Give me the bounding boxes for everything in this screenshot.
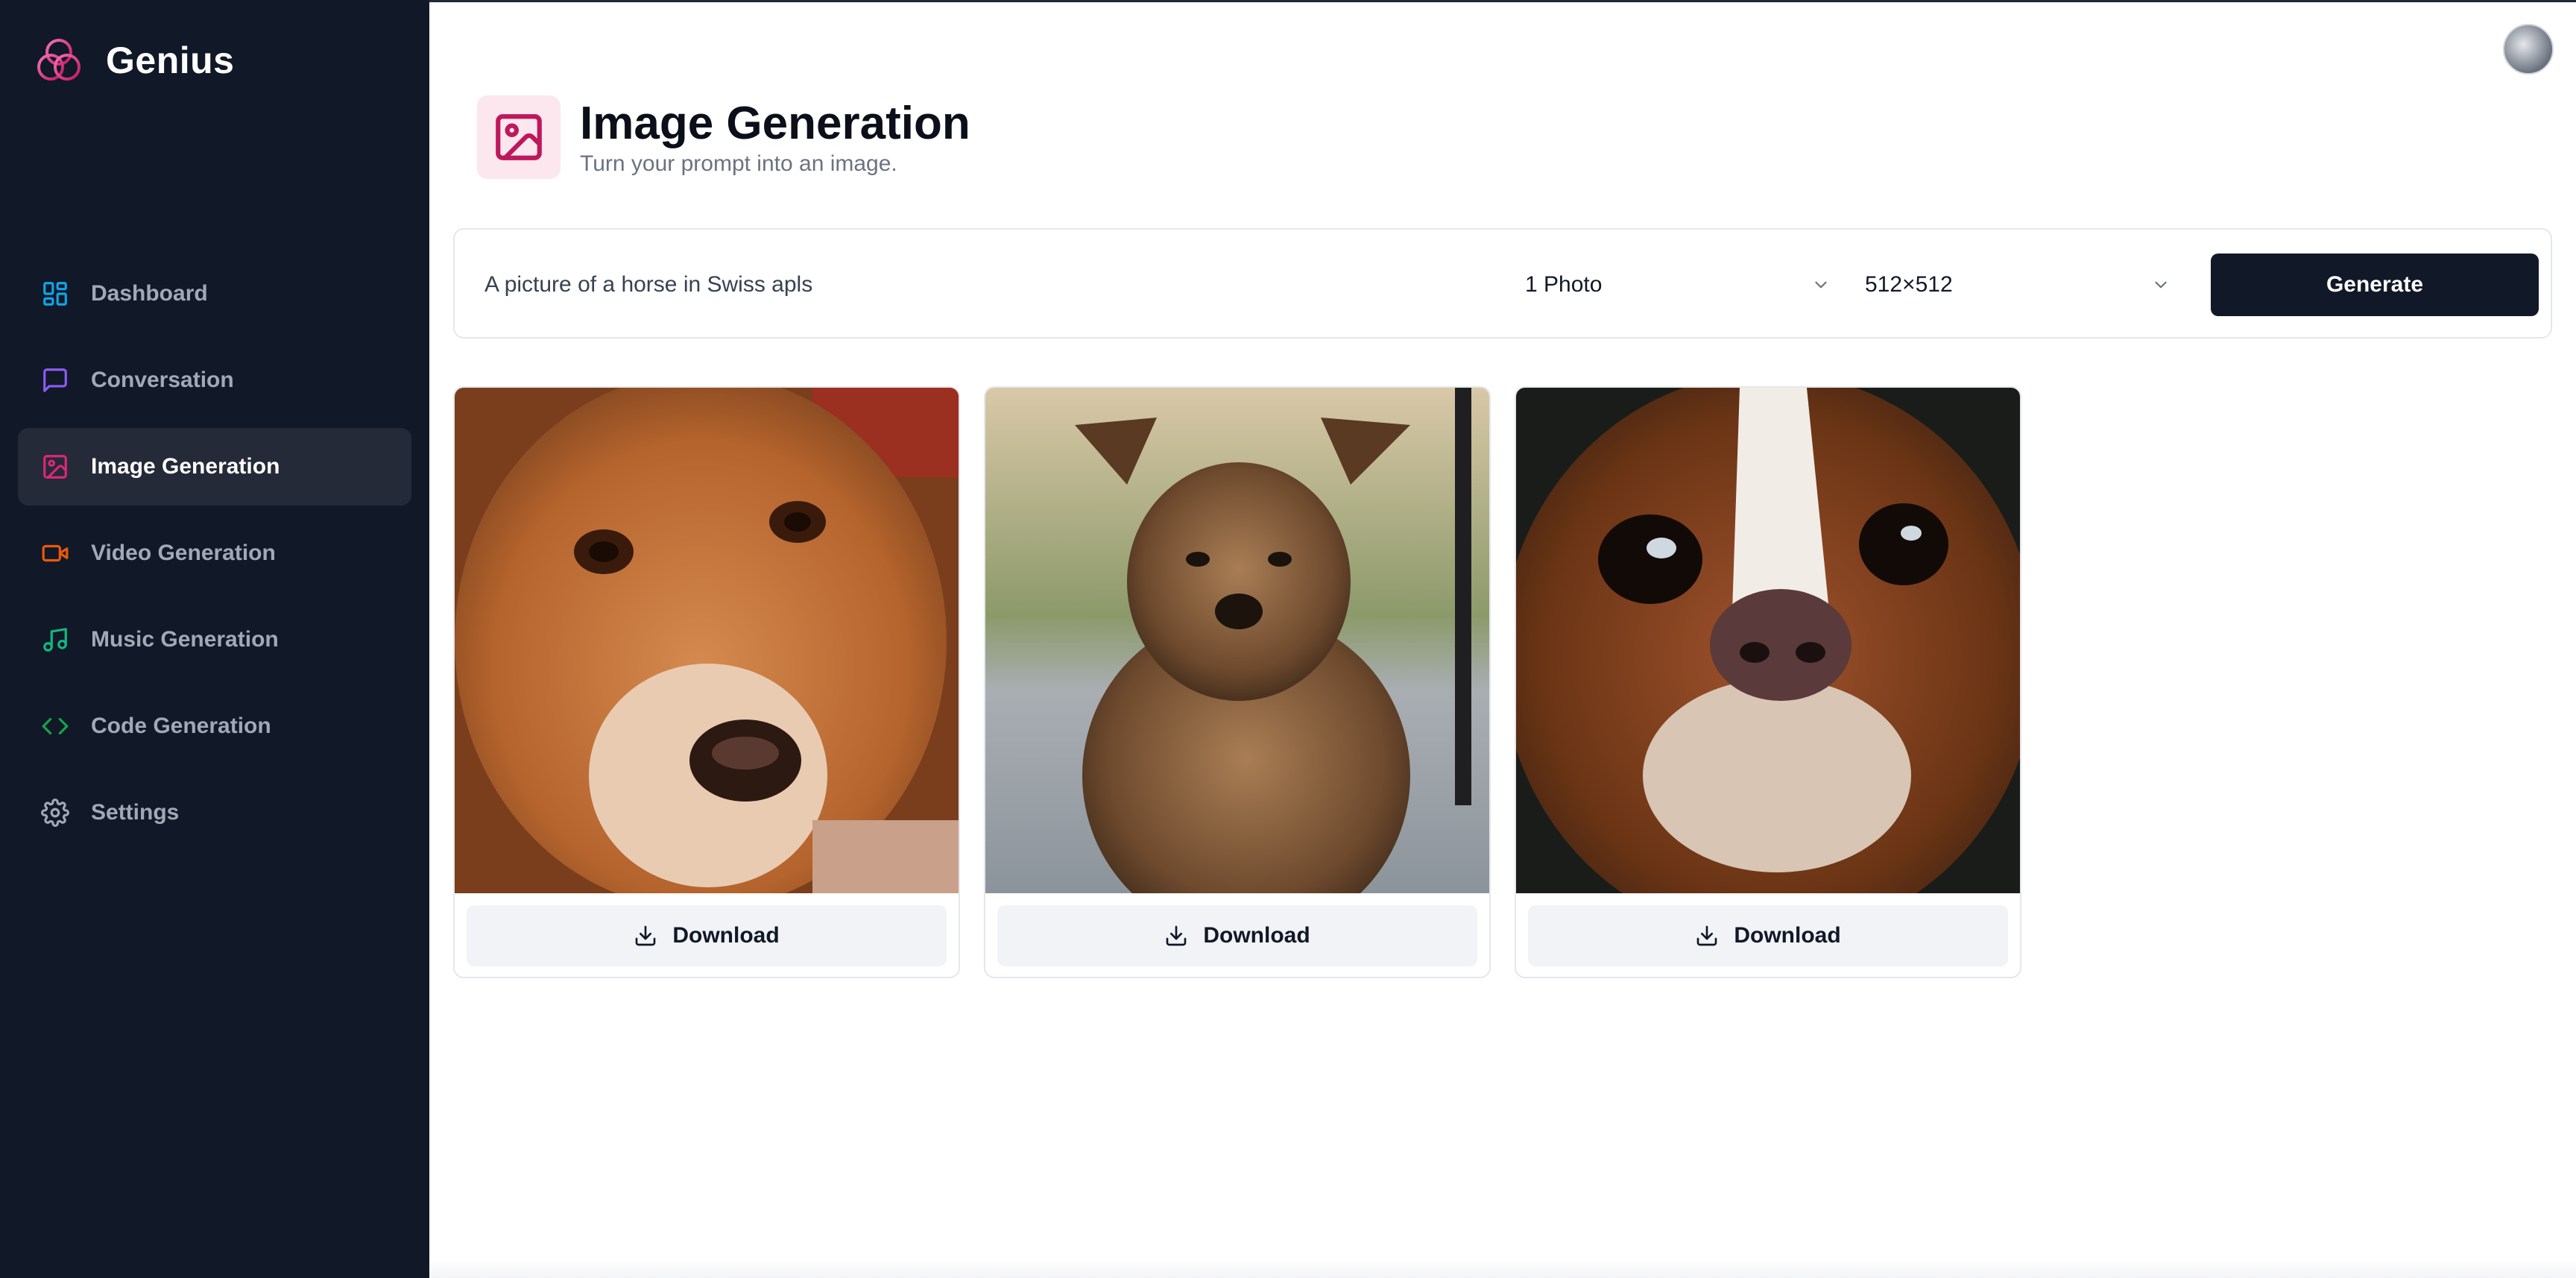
layout-dashboard-icon (40, 279, 70, 309)
download-icon (635, 925, 656, 946)
page-subtitle: Turn your prompt into an image. (580, 151, 897, 176)
heading-text: Image Generation Turn your prompt into a… (580, 98, 970, 177)
user-avatar[interactable] (2503, 24, 2554, 75)
sidebar-item-label: Dashboard (91, 281, 208, 306)
sidebar-item-music-generation[interactable]: Music Generation (18, 601, 411, 679)
sidebar-item-label: Music Generation (91, 627, 279, 652)
page-title: Image Generation (580, 98, 970, 149)
brand-logo-link[interactable]: Genius (33, 34, 234, 86)
video-icon (40, 538, 70, 568)
sidebar-item-conversation[interactable]: Conversation (18, 341, 411, 419)
sidebar: Genius Dashboard Conversation Image Gene… (0, 0, 429, 1278)
sidebar-item-settings[interactable]: Settings (18, 774, 411, 852)
sidebar-item-label: Settings (91, 800, 180, 825)
settings-icon (40, 798, 70, 828)
sidebar-nav: Dashboard Conversation Image Generation … (18, 255, 411, 860)
image-icon (477, 95, 561, 179)
resolution-select-value: 512×512 (1865, 272, 1953, 297)
download-label: Download (672, 923, 780, 948)
sidebar-item-label: Image Generation (91, 454, 280, 479)
music-icon (40, 625, 70, 655)
sidebar-item-code-generation[interactable]: Code Generation (18, 687, 411, 765)
download-icon (1696, 925, 1717, 946)
download-button[interactable]: Download (997, 905, 1477, 966)
generate-button[interactable]: Generate (2211, 254, 2539, 316)
download-button[interactable]: Download (1528, 905, 2008, 966)
amount-select[interactable]: 1 Photo (1525, 261, 1831, 309)
download-icon (1166, 925, 1187, 946)
sidebar-item-label: Conversation (91, 368, 234, 392)
sidebar-item-image-generation[interactable]: Image Generation (18, 428, 411, 506)
app-root: Genius Dashboard Conversation Image Gene… (0, 0, 2576, 1278)
message-square-icon (40, 365, 70, 395)
result-card: Download (453, 386, 960, 978)
result-card: Download (984, 386, 1491, 978)
prompt-form: 1 Photo 512×512 Generate (453, 228, 2552, 339)
chevron-down-icon (1815, 281, 1827, 289)
download-button[interactable]: Download (467, 905, 947, 966)
image-icon (40, 452, 70, 482)
window-top-border (429, 0, 2576, 2)
chevron-down-icon (2155, 281, 2167, 289)
code-icon (40, 711, 70, 741)
brand-name: Genius (106, 40, 235, 81)
download-label: Download (1203, 923, 1310, 948)
sidebar-item-video-generation[interactable]: Video Generation (18, 514, 411, 592)
sidebar-item-label: Video Generation (91, 541, 276, 565)
download-label: Download (1734, 923, 1841, 948)
genius-logo-icon (37, 39, 80, 81)
result-card: Download (1515, 386, 2021, 978)
main-content: Image Generation Turn your prompt into a… (429, 0, 2576, 1278)
sidebar-item-dashboard[interactable]: Dashboard (18, 255, 411, 333)
generated-image (985, 388, 1489, 893)
prompt-input[interactable] (484, 255, 1453, 315)
page-heading: Image Generation Turn your prompt into a… (477, 95, 970, 179)
sidebar-item-label: Code Generation (91, 714, 271, 738)
generated-image (1516, 388, 2020, 893)
resolution-select[interactable]: 512×512 (1865, 261, 2171, 309)
generated-image (455, 388, 959, 893)
bottom-strip (429, 1260, 2576, 1278)
amount-select-value: 1 Photo (1525, 272, 1603, 297)
